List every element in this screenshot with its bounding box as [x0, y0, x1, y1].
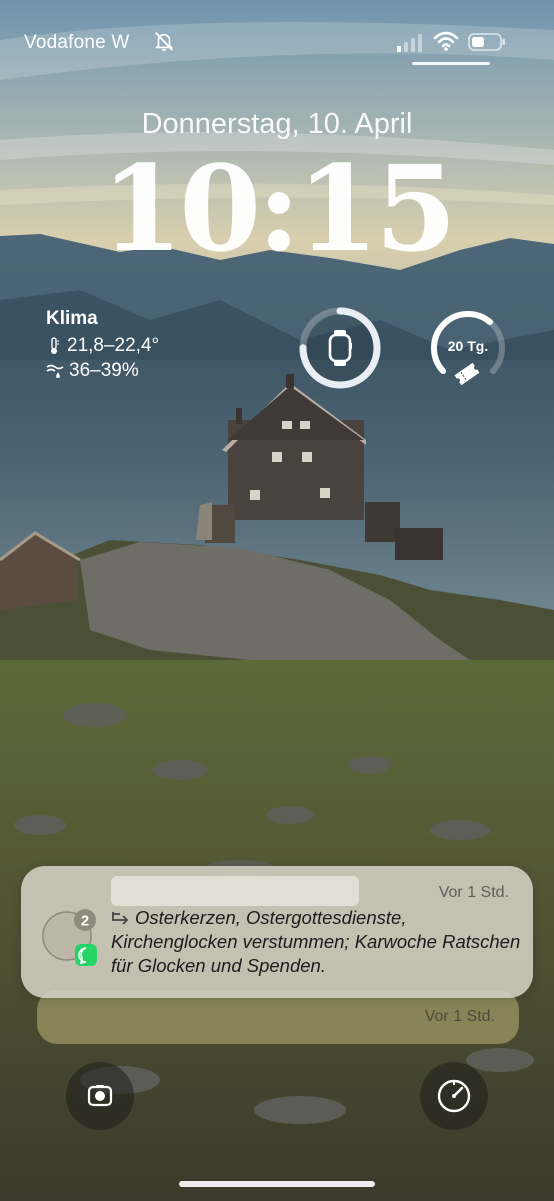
notification-badge: 2	[81, 913, 89, 930]
countdown-widget[interactable]: 20 Tg.	[425, 305, 511, 391]
home-indicator[interactable]	[179, 1181, 375, 1187]
apple-watch-icon	[328, 330, 352, 366]
status-bar: Vodafone W	[0, 28, 554, 58]
notification-stack-secondary[interactable]: Vor 1 Std.	[37, 990, 519, 1044]
date-label: Donnerstag, 10. April	[141, 108, 413, 140]
notification-message: Osterkerzen, Ostergottesdienste, Kirchen…	[111, 907, 521, 976]
weather-widget[interactable]: Klima 21,8–22,4° 36–39%	[46, 308, 159, 383]
notification-body: Osterkerzen, Ostergottesdienste, Kirchen…	[111, 906, 521, 978]
notification-timestamp: Vor 1 Std.	[438, 884, 509, 901]
notification-card[interactable]: Vor 1 Std. 2 Osterkerzen, Ostergottesdie…	[21, 866, 533, 998]
signal-icon	[397, 34, 422, 52]
reply-arrow-icon	[112, 912, 129, 925]
watch-battery-widget[interactable]	[297, 305, 383, 391]
control-center-indicator[interactable]	[412, 62, 490, 65]
timer-button[interactable]	[420, 1062, 488, 1130]
humidity-value: 36–39%	[69, 359, 139, 381]
humidity-row: 36–39%	[46, 358, 159, 383]
thermometer-icon	[51, 336, 59, 354]
countdown-label: 20 Tg.	[447, 338, 489, 354]
camera-icon	[87, 1085, 113, 1107]
humidity-icon	[46, 364, 64, 378]
temperature-row: 21,8–22,4°	[46, 333, 159, 358]
timer-icon	[437, 1079, 471, 1113]
camera-button[interactable]	[66, 1062, 134, 1130]
weather-title: Klima	[46, 308, 98, 329]
carrier-label: Vodafone W	[24, 32, 130, 53]
notification-title-redacted	[111, 876, 359, 906]
battery-icon	[468, 33, 505, 51]
wifi-icon	[433, 31, 459, 51]
whatsapp-group-avatar-icon: 2	[42, 909, 97, 966]
notification-timestamp: Vor 1 Std.	[424, 1008, 495, 1025]
ticket-icon	[454, 363, 480, 385]
temperature-value: 21,8–22,4°	[67, 334, 160, 356]
clock: 10:15	[101, 139, 457, 278]
bell-slash-icon	[154, 32, 174, 51]
